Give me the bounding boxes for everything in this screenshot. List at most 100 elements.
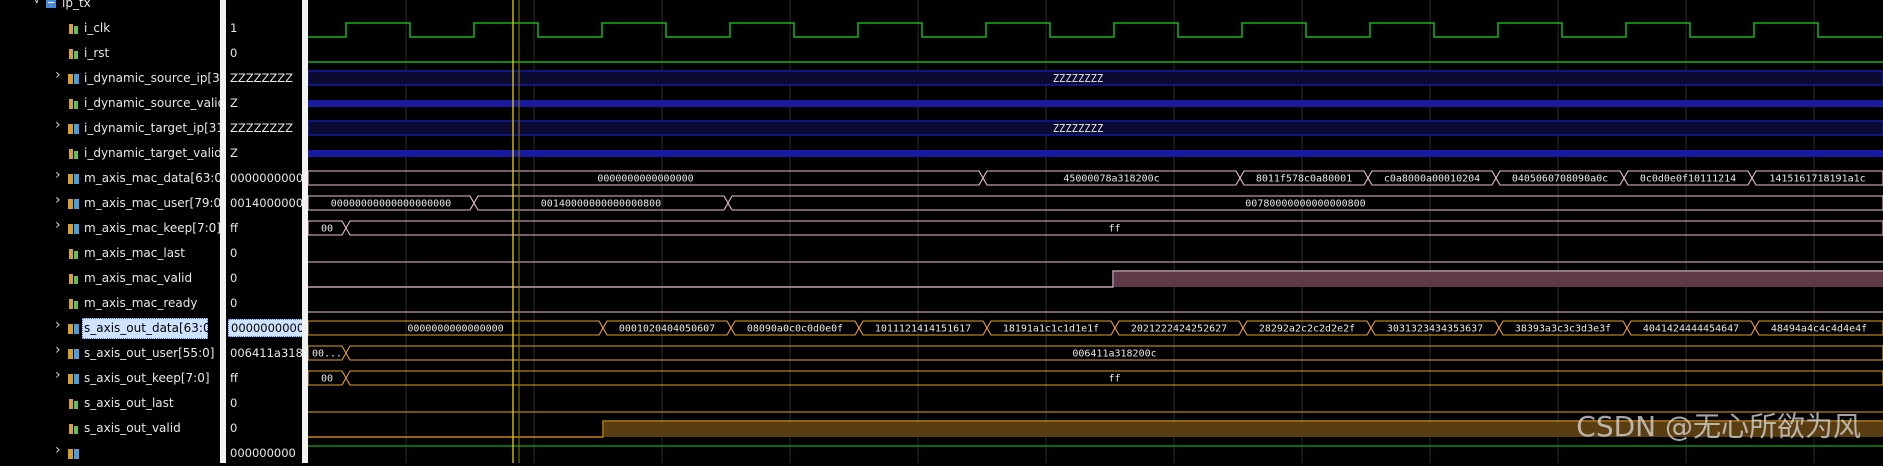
chevron-right-icon[interactable]: › <box>55 67 61 83</box>
signal-row[interactable]: i_dynamic_source_valid <box>0 91 225 116</box>
signal-value-row[interactable]: 0 <box>226 41 306 66</box>
signal-row[interactable]: › m_axis_mac_user[79:0] <box>0 191 226 216</box>
signal-value: Z <box>230 146 238 160</box>
target-ip-wave-label: ZZZZZZZZ <box>1053 123 1104 135</box>
signal-value-row[interactable]: ZZZZZZZZ <box>226 66 306 91</box>
signal-row[interactable]: › m_axis_mac_keep[7:0] <box>0 216 221 241</box>
bit-signal-icon <box>68 248 79 259</box>
bit-signal-icon <box>68 23 79 34</box>
signal-row[interactable]: m_axis_mac_last <box>0 241 220 266</box>
chevron-right-icon[interactable]: › <box>55 217 61 233</box>
bit-signal-icon <box>68 148 79 159</box>
group-label: ip_tx <box>62 0 91 10</box>
signal-value: 006411a318200c <box>230 346 306 360</box>
chevron-right-icon[interactable]: › <box>55 167 61 183</box>
signal-row[interactable]: › s_axis_out_data[63:0] <box>0 316 220 341</box>
out-data-value: 3031323434353637 <box>1387 324 1483 335</box>
signal-value-row[interactable]: 0 <box>226 266 306 291</box>
signal-value-row[interactable]: ZZZZZZZZ <box>226 116 306 141</box>
source-valid-wave <box>308 100 1883 107</box>
signal-name: m_axis_mac_keep[7:0] <box>84 221 221 235</box>
out-data-value: 38393a3c3c3d3e3f <box>1515 324 1611 335</box>
signal-row[interactable]: › s_axis_out_keep[7:0] <box>0 366 220 391</box>
bus-signal-icon <box>68 448 79 459</box>
signal-value-row[interactable]: Z <box>226 91 306 116</box>
bus-signal-icon <box>68 173 79 184</box>
signal-name-pane: ∨ ip_tx i_clk i_rst › i_dynamic_source_ip[31:… <box>0 0 244 466</box>
signal-name: i_dynamic_target_ip[31:0] <box>84 121 241 135</box>
signal-value-row[interactable]: 006411a318200c <box>226 341 306 366</box>
mac-data-value: 0000000000000000 <box>597 174 693 185</box>
group-ip-tx[interactable]: ∨ ip_tx <box>0 0 220 16</box>
bus-signal-icon <box>68 223 79 234</box>
signal-row[interactable]: › <box>0 441 220 466</box>
signal-name: s_axis_out_last <box>84 396 174 410</box>
out-keep-value: ff <box>1108 374 1120 385</box>
signal-value-row[interactable]: 00140000000000000800 <box>226 191 306 216</box>
signal-row[interactable]: › i_dynamic_target_ip[31:0] <box>0 116 240 141</box>
signal-value-row[interactable]: ff <box>226 216 306 241</box>
signal-row[interactable]: › s_axis_out_user[55:0] <box>0 341 220 366</box>
out-data-value: 0001020404050607 <box>619 324 715 335</box>
chevron-right-icon[interactable]: › <box>55 317 61 333</box>
signal-name: s_axis_out_user[55:0] <box>84 346 215 360</box>
signal-name: i_rst <box>84 46 110 60</box>
out-data-value: 2021222424252627 <box>1131 324 1227 335</box>
signal-value-row[interactable]: 0 <box>226 291 306 316</box>
signal-value: 0 <box>230 396 238 410</box>
signal-value: 0 <box>230 421 238 435</box>
signal-name: s_axis_out_keep[7:0] <box>84 371 210 385</box>
signal-row[interactable]: m_axis_mac_valid <box>0 266 220 291</box>
out-data-value: 08090a0c0c0d0e0f <box>747 324 843 335</box>
out-user-value: 006411a318200c <box>1072 349 1156 360</box>
signal-value: 0 <box>230 46 238 60</box>
signal-value-row[interactable]: 0000000000000000 <box>226 166 306 191</box>
out-data-value: 28292a2c2c2d2e2f <box>1259 324 1355 335</box>
signal-row[interactable]: › i_dynamic_source_ip[31:0] <box>0 66 244 91</box>
chevron-right-icon[interactable]: › <box>55 342 61 358</box>
out-user-value: 00... <box>312 349 342 360</box>
signal-name: m_axis_mac_valid <box>84 271 193 285</box>
signal-value-row[interactable]: 0 <box>226 416 306 441</box>
mac-keep-value: ff <box>1108 224 1120 235</box>
chevron-down-icon[interactable]: ∨ <box>33 0 40 6</box>
signal-value-row[interactable]: 0 <box>226 241 306 266</box>
mac-data-value: c0a8000a00010204 <box>1384 174 1480 185</box>
waveform-canvas[interactable]: ZZZZZZZZ ZZZZZZZZ 0000000000000000 45000078… <box>308 0 1883 463</box>
chevron-right-icon[interactable]: › <box>55 367 61 383</box>
signal-row[interactable]: › m_axis_mac_data[63:0] <box>0 166 227 191</box>
signal-name: s_axis_out_data[63:0] <box>84 321 216 335</box>
bit-signal-icon <box>68 423 79 434</box>
signal-value-row[interactable]: 0 <box>226 391 306 416</box>
signal-row[interactable]: s_axis_out_last <box>0 391 220 416</box>
signal-value: ZZZZZZZZ <box>230 71 294 85</box>
signal-value: 0000000000000000 <box>230 171 306 185</box>
waveform-pane[interactable]: ZZZZZZZZ ZZZZZZZZ 0000000000000000 45000078… <box>308 0 1883 463</box>
chevron-right-icon[interactable]: › <box>55 442 61 458</box>
target-valid-wave <box>308 150 1883 157</box>
watermark: CSDN @无心所欲为风 <box>1576 410 1861 443</box>
mac-data-value: 0405060708090a0c <box>1512 174 1608 185</box>
out-data-value: 48494a4c4c4d4e4f <box>1771 324 1867 335</box>
bus-signal-icon <box>68 73 79 84</box>
mac-user-value: 00780000000000000800 <box>1245 199 1365 210</box>
chevron-right-icon[interactable]: › <box>55 117 61 133</box>
mac-user-value: 00140000000000000800 <box>541 199 661 210</box>
signal-row[interactable]: m_axis_mac_ready <box>0 291 220 316</box>
signal-row[interactable]: s_axis_out_valid <box>0 416 220 441</box>
signal-value-pane: 10ZZZZZZZZZZZZZZZZZZ00000000000000000014… <box>226 0 306 463</box>
signal-name: s_axis_out_valid <box>84 421 181 435</box>
mac-user-value: 00000000000000000000 <box>331 199 451 210</box>
signal-row[interactable]: i_dynamic_target_valid <box>0 141 222 166</box>
signal-row[interactable]: i_clk <box>0 16 220 41</box>
chevron-right-icon[interactable]: › <box>55 192 61 208</box>
signal-value-row[interactable]: ff <box>226 366 306 391</box>
signal-value-row[interactable]: 1 <box>226 16 306 41</box>
signal-value-row[interactable]: 0000000000000000 <box>226 316 306 341</box>
signal-value-row[interactable]: 000000000 <box>226 441 306 463</box>
signal-row[interactable]: i_rst <box>0 41 220 66</box>
signal-name: i_clk <box>84 21 111 35</box>
signal-name: m_axis_mac_ready <box>84 296 198 310</box>
signal-value-row[interactable]: Z <box>226 141 306 166</box>
signal-value: ZZZZZZZZ <box>230 121 294 135</box>
